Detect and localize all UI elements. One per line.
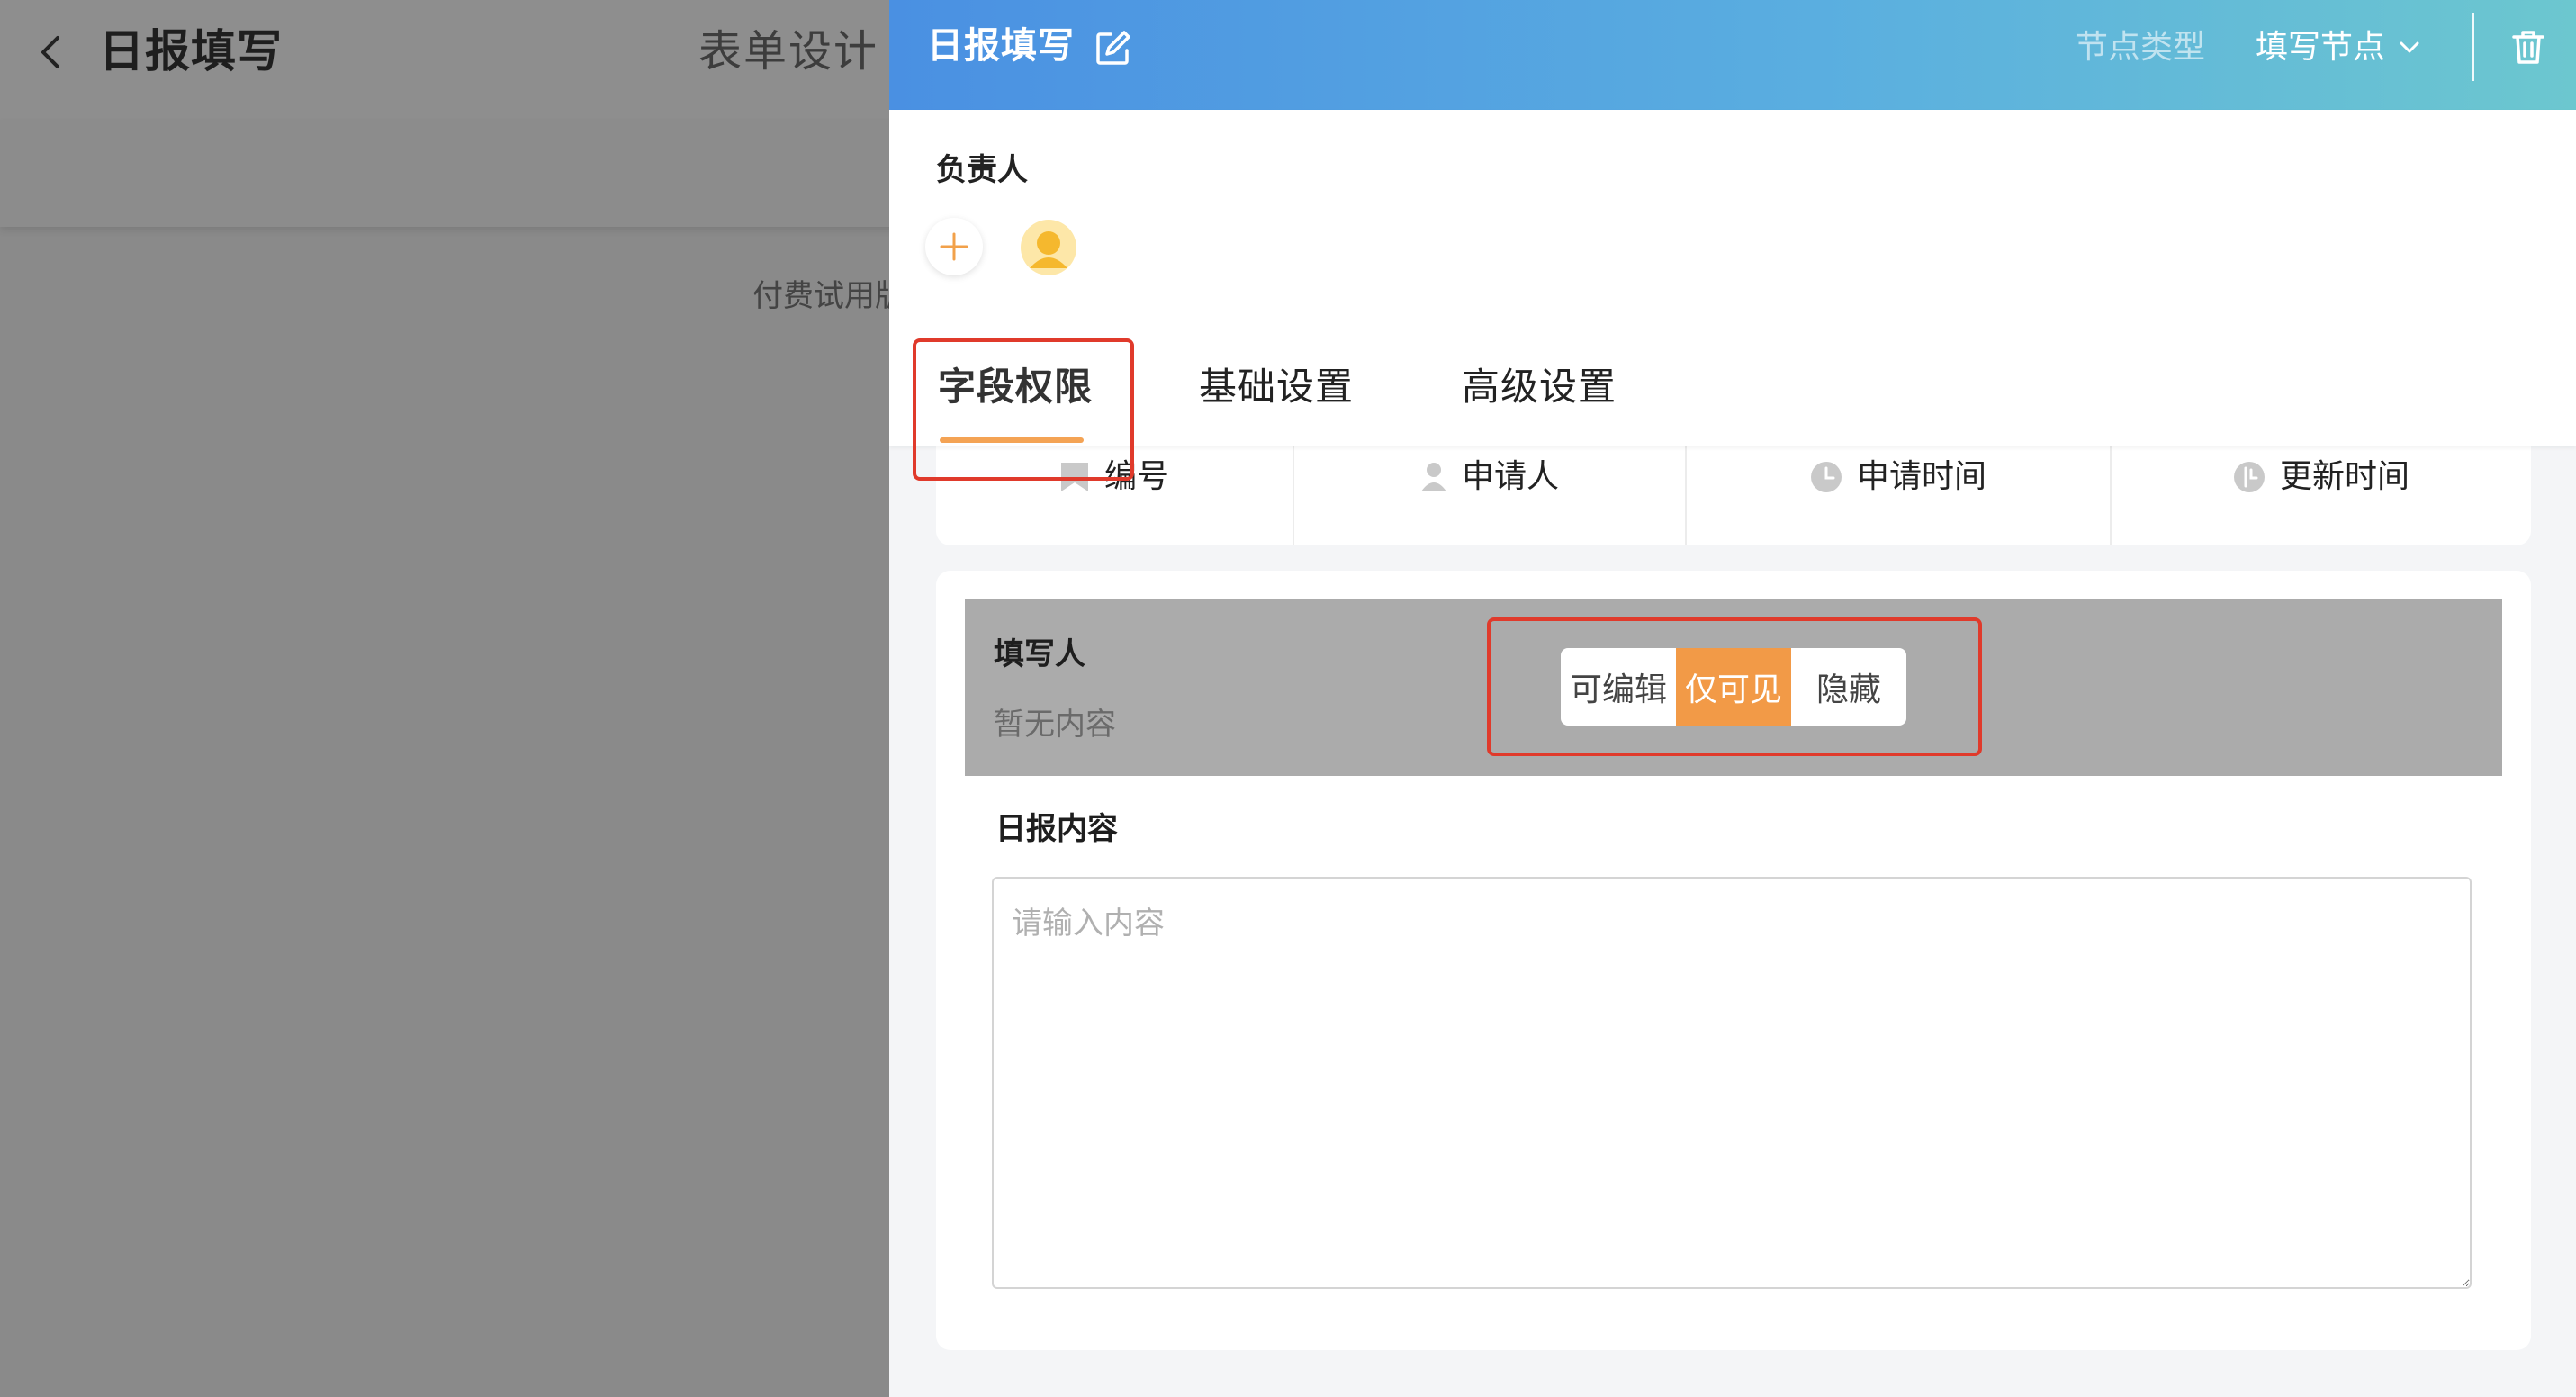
trial-notice: 付费试用版 [752, 278, 905, 314]
trash-icon[interactable] [2511, 29, 2545, 65]
node-type-label: 节点类型 [2076, 29, 2206, 66]
avatar[interactable] [1021, 220, 1076, 275]
node-type-dropdown[interactable]: 填写节点 [2256, 27, 2419, 68]
app-title: 日报填写 [99, 25, 283, 77]
clock-icon [1810, 462, 1842, 492]
permission-option-hidden[interactable]: 隐藏 [1791, 648, 1906, 726]
field-value: 暂无内容 [994, 707, 1116, 743]
bookmark-icon [1060, 463, 1088, 491]
system-field-label: 申请时间 [1856, 458, 1986, 495]
tab-basic-settings[interactable]: 基础设置 [1199, 362, 1354, 412]
permission-option-view-only[interactable]: 仅可见 [1676, 648, 1791, 726]
header-divider [2472, 13, 2474, 81]
system-field-update-time: 更新时间 [2112, 446, 2531, 545]
content-field-label: 日报内容 [995, 811, 1118, 847]
chevron-down-icon [2400, 41, 2419, 53]
drawer-top-panel: 负责人 字段权限 基础设置 高级设置 [889, 110, 2576, 446]
tab-advanced-settings[interactable]: 高级设置 [1462, 362, 1617, 412]
field-row-filler: 填写人 暂无内容 可编辑 仅可见 隐藏 [965, 599, 2502, 776]
system-field-number: 编号 [936, 446, 1293, 545]
user-avatar-icon [1030, 231, 1067, 268]
active-tab-indicator [940, 437, 1084, 443]
edit-icon[interactable] [1094, 29, 1132, 67]
node-settings-drawer: 日报填写 节点类型 填写节点 负责人 字段权限 基础设置 高级设置 编号 申请人… [889, 0, 2576, 1397]
refresh-clock-icon [2233, 462, 2265, 492]
system-field-applicant: 申请人 [1294, 446, 1685, 545]
system-field-label: 申请人 [1461, 458, 1559, 495]
user-icon [1420, 463, 1446, 491]
plus-icon [940, 232, 968, 261]
drawer-header: 日报填写 节点类型 填写节点 [889, 0, 2576, 110]
chevron-left-icon [41, 36, 59, 68]
field-label: 填写人 [994, 636, 1085, 672]
tab-field-permissions[interactable]: 字段权限 [938, 362, 1093, 412]
back-button[interactable] [32, 31, 68, 74]
system-field-apply-time: 申请时间 [1687, 446, 2110, 545]
system-field-label: 更新时间 [2279, 458, 2409, 495]
node-type-value: 填写节点 [2256, 29, 2386, 66]
form-fields-card: 填写人 暂无内容 可编辑 仅可见 隐藏 日报内容 [936, 571, 2531, 1350]
add-owner-button[interactable] [925, 218, 983, 275]
permission-option-editable[interactable]: 可编辑 [1561, 648, 1676, 726]
tab-form-design[interactable]: 表单设计 [698, 23, 878, 79]
drawer-title: 日报填写 [927, 25, 1075, 67]
content-textarea[interactable] [992, 877, 2472, 1289]
owner-label: 负责人 [936, 152, 1028, 188]
system-field-label: 编号 [1103, 458, 1169, 495]
permission-segmented-control: 可编辑 仅可见 隐藏 [1561, 648, 1906, 726]
